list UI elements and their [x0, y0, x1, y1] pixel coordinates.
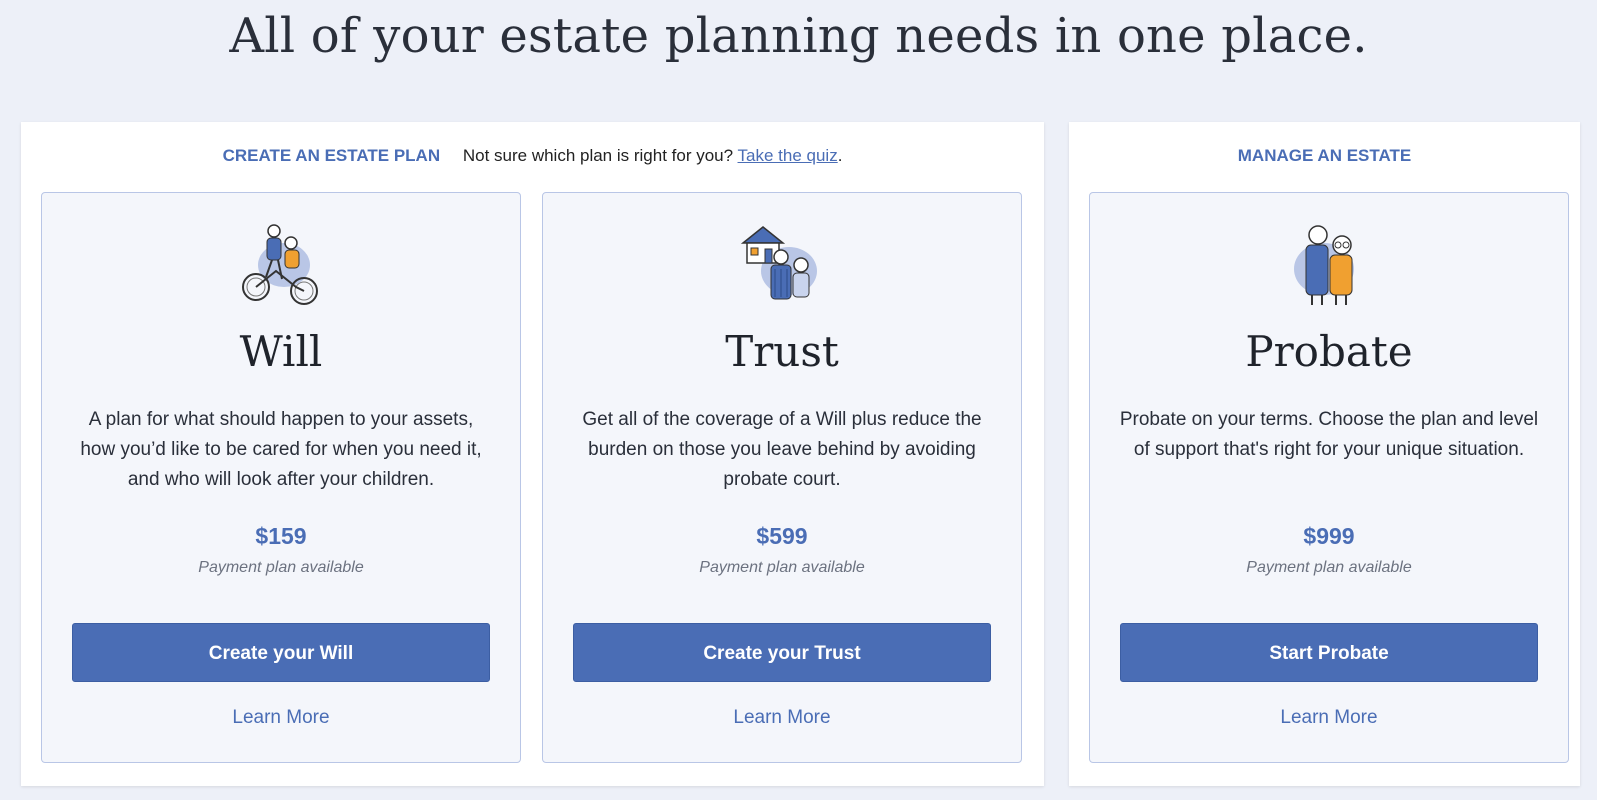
- trust-title: Trust: [725, 327, 839, 376]
- page-headline: All of your estate planning needs in one…: [229, 8, 1368, 64]
- probate-payment-note: Payment plan available: [1246, 559, 1412, 576]
- manage-estate-label: MANAGE AN ESTATE: [1237, 146, 1412, 165]
- create-estate-plan-label: CREATE AN ESTATE PLAN: [222, 146, 441, 165]
- will-card: Will A plan for what should happen to yo…: [41, 192, 521, 763]
- couple-on-bicycles-icon: [242, 224, 318, 305]
- probate-title: Probate: [1245, 327, 1413, 376]
- trust-price: $599: [756, 523, 808, 549]
- couple-with-house-icon: [740, 226, 817, 300]
- probate-card: Probate Probate on your terms. Choose th…: [1089, 192, 1569, 763]
- will-price: $159: [255, 523, 307, 549]
- trust-description: Get all of the coverage of a Will plus r…: [582, 409, 982, 490]
- start-probate-button[interactable]: Start Probate: [1120, 623, 1538, 682]
- will-title: Will: [239, 327, 323, 376]
- create-trust-button[interactable]: Create your Trust: [573, 623, 991, 682]
- manage-estate-panel: MANAGE AN ESTATE Probate Probate on your…: [1069, 122, 1580, 786]
- quiz-prompt: Not sure which plan is right for you?: [462, 146, 734, 165]
- manage-estate-header: MANAGE AN ESTATE: [1069, 145, 1580, 167]
- create-estate-plan-header: CREATE AN ESTATE PLAN Not sure which pla…: [21, 145, 1044, 167]
- take-quiz-link[interactable]: Take the quiz: [738, 146, 838, 165]
- quiz-suffix: .: [837, 146, 843, 165]
- trust-learn-more-link[interactable]: Learn More: [543, 707, 1021, 729]
- trust-payment-note: Payment plan available: [699, 559, 865, 576]
- probate-price: $999: [1303, 523, 1355, 549]
- will-learn-more-link[interactable]: Learn More: [42, 707, 520, 729]
- will-payment-note: Payment plan available: [198, 559, 364, 576]
- create-estate-plan-panel: CREATE AN ESTATE PLAN Not sure which pla…: [21, 122, 1044, 786]
- elderly-couple-icon: [1294, 225, 1354, 305]
- trust-card: Trust Get all of the coverage of a Will …: [542, 192, 1022, 763]
- probate-learn-more-link[interactable]: Learn More: [1090, 707, 1568, 729]
- will-description: A plan for what should happen to your as…: [80, 409, 482, 490]
- probate-description: Probate on your terms. Choose the plan a…: [1119, 409, 1539, 460]
- create-will-button[interactable]: Create your Will: [72, 623, 490, 682]
